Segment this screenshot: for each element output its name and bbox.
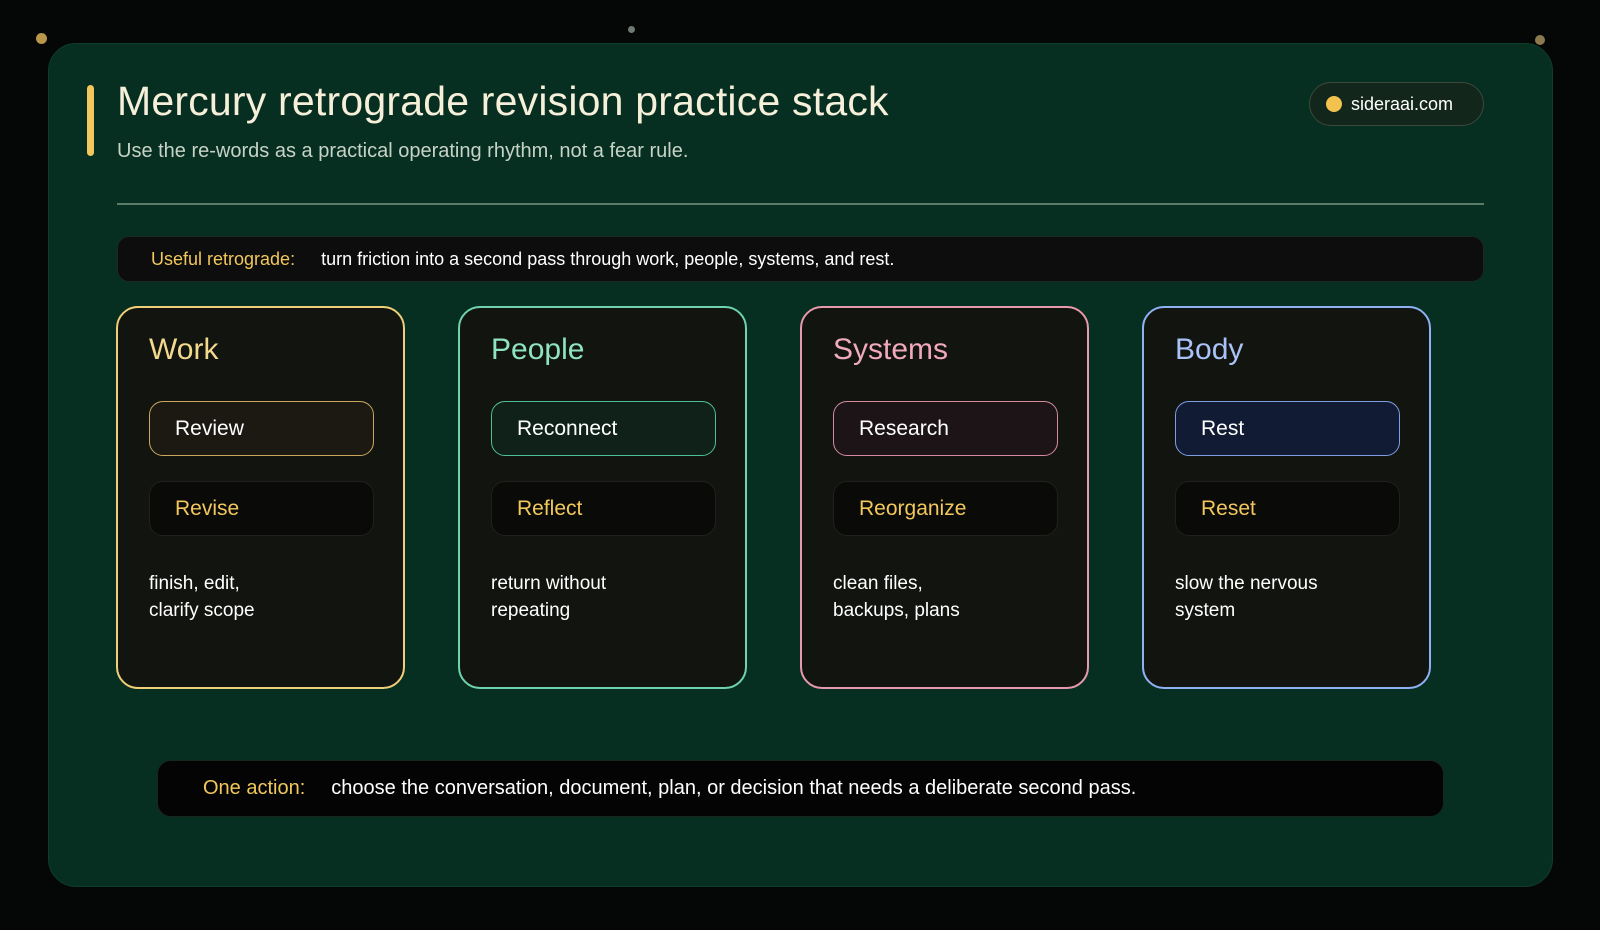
site-dot-icon <box>1326 96 1342 112</box>
card-people: People Reconnect Reflect return without … <box>458 306 747 689</box>
decorative-dot <box>628 26 635 33</box>
card-work: Work Review Revise finish, edit, clarify… <box>116 306 405 689</box>
card-description: clean files, backups, plans <box>833 570 1053 624</box>
chip-reconnect[interactable]: Reconnect <box>491 401 716 456</box>
card-title: Work <box>149 333 219 366</box>
card-description-line: return without <box>491 573 607 594</box>
card-systems: Systems Research Reorganize clean files,… <box>800 306 1089 689</box>
card-description-line: slow the nervous <box>1175 573 1318 594</box>
action-bar: One action: choose the conversation, doc… <box>157 760 1444 817</box>
card-description: slow the nervous system <box>1175 570 1395 624</box>
summary-label: Useful retrograde: <box>151 248 296 269</box>
card-title: People <box>491 333 585 366</box>
chip-reset[interactable]: Reset <box>1175 481 1400 536</box>
card-body: Body Rest Reset slow the nervous system <box>1142 306 1431 689</box>
card-title: Body <box>1175 333 1244 366</box>
summary-strip: Useful retrograde: turn friction into a … <box>117 236 1484 282</box>
title-accent-bar <box>87 85 94 156</box>
card-description-line: finish, edit, <box>149 573 240 594</box>
card-description: return without repeating <box>491 570 711 624</box>
chip-review[interactable]: Review <box>149 401 374 456</box>
chip-rest[interactable]: Rest <box>1175 401 1400 456</box>
card-description-line: system <box>1175 600 1236 621</box>
page-title: Mercury retrograde revision practice sta… <box>117 78 889 124</box>
page-subtitle: Use the re-words as a practical operatin… <box>117 140 689 162</box>
decorative-dot <box>1535 35 1545 45</box>
summary-text: turn friction into a second pass through… <box>321 248 895 269</box>
chip-reflect[interactable]: Reflect <box>491 481 716 536</box>
action-text: choose the conversation, document, plan,… <box>331 777 1137 799</box>
action-label: One action: <box>203 777 306 799</box>
card-title: Systems <box>833 333 949 366</box>
card-description-line: backups, plans <box>833 600 960 621</box>
card-description: finish, edit, clarify scope <box>149 570 369 624</box>
card-description-line: clarify scope <box>149 600 255 621</box>
card-description-line: repeating <box>491 600 571 621</box>
chip-reorganize[interactable]: Reorganize <box>833 481 1058 536</box>
chip-research[interactable]: Research <box>833 401 1058 456</box>
card-description-line: clean files, <box>833 573 923 594</box>
site-badge-label: sideraai.com <box>1351 93 1454 114</box>
site-badge[interactable]: sideraai.com <box>1309 82 1484 126</box>
main-panel: Mercury retrograde revision practice sta… <box>48 43 1553 887</box>
decorative-dot <box>36 33 47 44</box>
chip-revise[interactable]: Revise <box>149 481 374 536</box>
divider <box>117 203 1484 205</box>
